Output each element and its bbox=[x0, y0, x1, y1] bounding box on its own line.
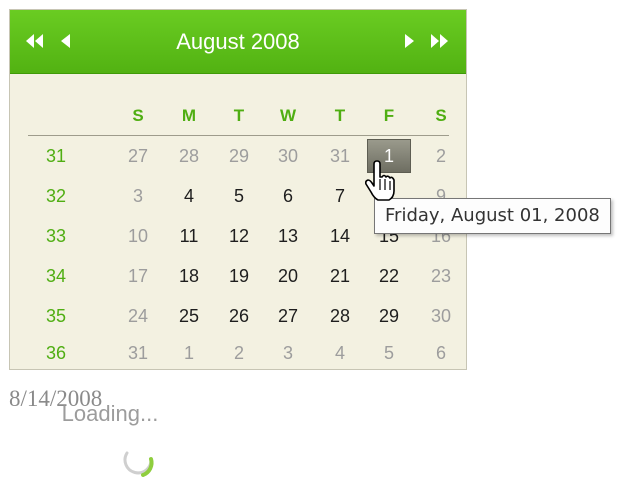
date-tooltip: Friday, August 01, 2008 bbox=[374, 198, 611, 234]
day-cell[interactable]: 28 bbox=[320, 296, 360, 336]
day-cell[interactable]: 5 bbox=[219, 176, 259, 216]
day-cell[interactable]: 22 bbox=[369, 256, 409, 296]
week-number: 35 bbox=[45, 306, 67, 326]
hand-pointer-icon bbox=[365, 160, 395, 201]
day-cell[interactable]: 2 bbox=[219, 333, 259, 373]
day-cell[interactable]: 12 bbox=[219, 216, 259, 256]
next-year-button[interactable] bbox=[431, 28, 449, 54]
day-cell[interactable]: 4 bbox=[320, 333, 360, 373]
day-cell[interactable]: 31 bbox=[320, 136, 360, 176]
day-cell[interactable]: 21 bbox=[320, 256, 360, 296]
week-row: 35 24 25 26 27 28 29 30 bbox=[28, 296, 451, 336]
double-right-arrow-icon bbox=[431, 34, 448, 48]
week-row: 34 17 18 19 20 21 22 23 bbox=[28, 256, 451, 296]
week-row: 36 31 1 2 3 4 5 6 bbox=[28, 336, 449, 370]
day-cell[interactable]: 1 bbox=[169, 333, 209, 373]
day-cell[interactable]: 27 bbox=[268, 296, 308, 336]
day-cell[interactable]: 26 bbox=[219, 296, 259, 336]
calendar-header: August 2008 bbox=[10, 10, 466, 74]
day-cell[interactable]: 29 bbox=[369, 296, 409, 336]
dow-tuesday: T bbox=[233, 106, 245, 125]
day-cell[interactable]: 18 bbox=[169, 256, 209, 296]
dow-saturday: S bbox=[435, 106, 447, 125]
week-number: 33 bbox=[45, 226, 67, 246]
day-cell[interactable]: 7 bbox=[320, 176, 360, 216]
week-number: 31 bbox=[45, 146, 67, 166]
next-month-button[interactable] bbox=[405, 28, 414, 54]
day-cell[interactable]: 20 bbox=[268, 256, 308, 296]
day-cell[interactable]: 24 bbox=[118, 296, 158, 336]
day-cell[interactable]: 13 bbox=[268, 216, 308, 256]
loading-spinner-icon bbox=[123, 451, 154, 477]
day-cell[interactable]: 17 bbox=[118, 256, 158, 296]
day-cell[interactable]: 3 bbox=[118, 176, 158, 216]
loading-panel: Loading... bbox=[0, 385, 220, 485]
loading-text: Loading... bbox=[61, 401, 159, 426]
day-cell[interactable]: 6 bbox=[421, 333, 461, 373]
day-cell[interactable]: 30 bbox=[421, 296, 461, 336]
day-cell[interactable]: 2 bbox=[421, 136, 461, 176]
month-title[interactable]: August 2008 bbox=[10, 10, 466, 73]
day-cell[interactable]: 14 bbox=[320, 216, 360, 256]
day-cell[interactable]: 6 bbox=[268, 176, 308, 216]
day-cell[interactable]: 19 bbox=[219, 256, 259, 296]
week-number: 36 bbox=[45, 343, 67, 363]
day-cell[interactable]: 4 bbox=[169, 176, 209, 216]
day-cell[interactable]: 27 bbox=[118, 136, 158, 176]
day-cell[interactable]: 25 bbox=[169, 296, 209, 336]
dow-monday: M bbox=[181, 106, 197, 125]
week-number: 32 bbox=[45, 186, 67, 206]
day-cell[interactable]: 28 bbox=[169, 136, 209, 176]
dow-friday: F bbox=[383, 106, 395, 125]
day-cell[interactable]: 10 bbox=[118, 216, 158, 256]
day-cell[interactable]: 31 bbox=[118, 333, 158, 373]
right-arrow-icon bbox=[405, 34, 414, 48]
day-cell[interactable]: 3 bbox=[268, 333, 308, 373]
calendar-popup: August 2008 S M T W T F S 31 27 28 29 30… bbox=[9, 9, 467, 370]
dow-sunday: S bbox=[132, 106, 144, 125]
week-number: 34 bbox=[45, 266, 67, 286]
day-cell[interactable]: 5 bbox=[369, 333, 409, 373]
dow-wednesday: W bbox=[279, 106, 297, 125]
day-cell[interactable]: 30 bbox=[268, 136, 308, 176]
day-cell[interactable]: 11 bbox=[169, 216, 209, 256]
day-cell[interactable]: 29 bbox=[219, 136, 259, 176]
day-cell[interactable]: 23 bbox=[421, 256, 461, 296]
dow-thursday: T bbox=[334, 106, 346, 125]
day-of-week-header: S M T W T F S bbox=[28, 96, 449, 136]
